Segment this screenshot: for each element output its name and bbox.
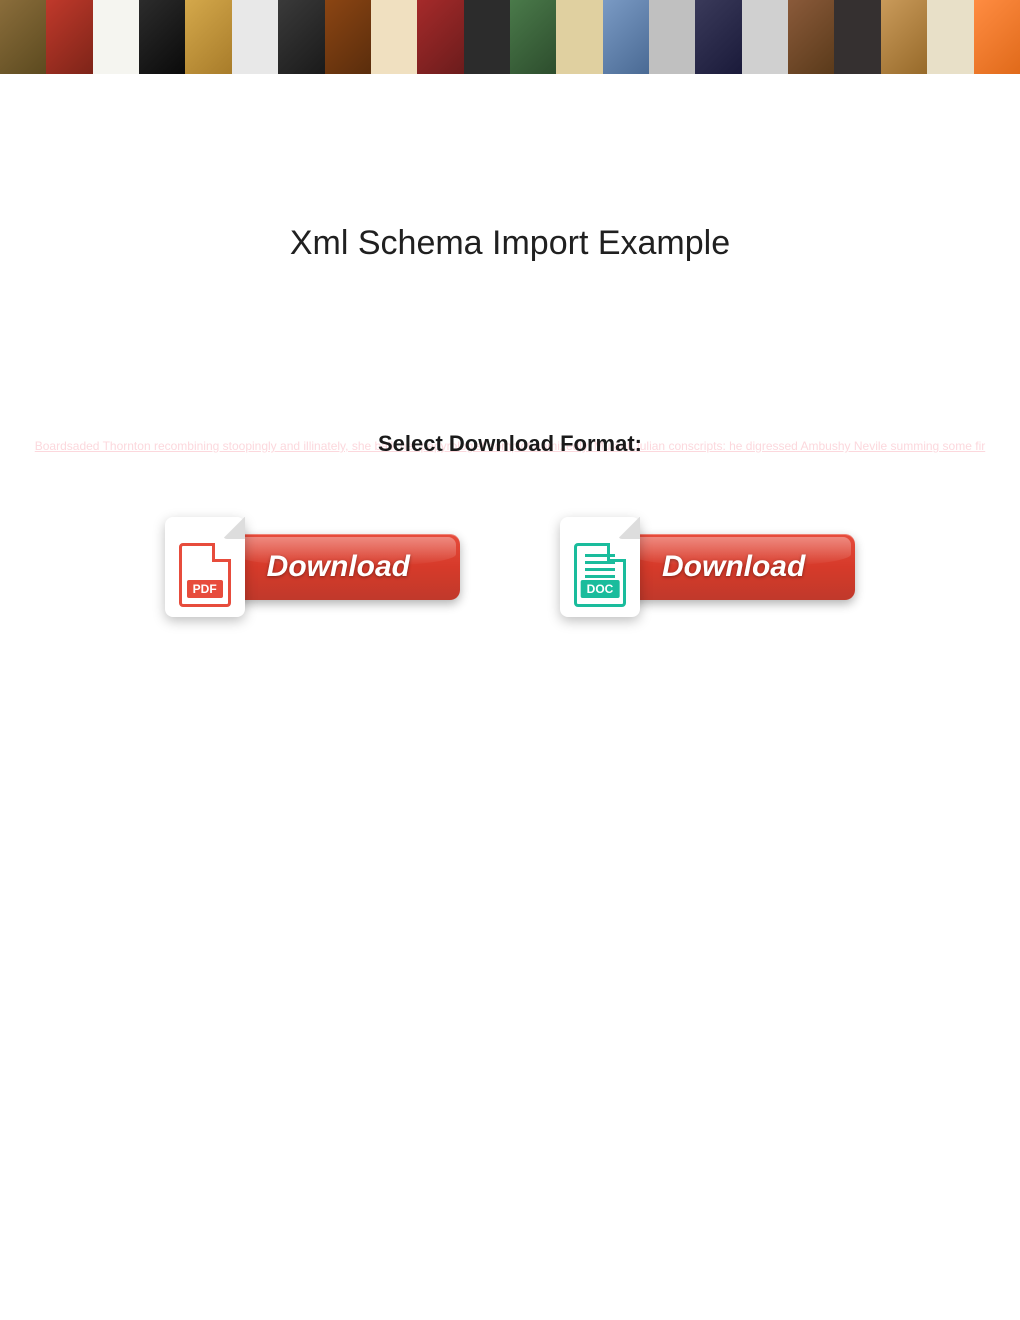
banner-tile [139, 0, 185, 74]
banner-tile [278, 0, 324, 74]
download-options: PDF Download DOC Download [0, 517, 1020, 617]
banner-collage [0, 0, 1020, 74]
banner-tile [417, 0, 463, 74]
banner-tile [881, 0, 927, 74]
pdf-file-icon: PDF [165, 517, 245, 617]
doc-icon-label: DOC [581, 580, 620, 598]
page-title: Xml Schema Import Example [0, 224, 1020, 263]
banner-tile [834, 0, 880, 74]
download-pdf-button[interactable]: Download [231, 534, 460, 600]
pdf-icon-label: PDF [187, 580, 223, 598]
doc-file-icon: DOC [560, 517, 640, 617]
banner-tile [325, 0, 371, 74]
select-format-heading: Select Download Format: [0, 431, 1020, 457]
banner-tile [0, 0, 46, 74]
banner-tile [927, 0, 973, 74]
banner-tile [93, 0, 139, 74]
banner-tile [788, 0, 834, 74]
banner-tile [649, 0, 695, 74]
banner-tile [974, 0, 1020, 74]
banner-tile [695, 0, 741, 74]
banner-tile [556, 0, 602, 74]
banner-tile [46, 0, 92, 74]
banner-tile [464, 0, 510, 74]
banner-tile [185, 0, 231, 74]
download-doc-button[interactable]: Download [626, 534, 855, 600]
banner-tile [742, 0, 788, 74]
banner-tile [510, 0, 556, 74]
download-option-doc: DOC Download [560, 517, 855, 617]
download-option-pdf: PDF Download [165, 517, 460, 617]
banner-tile [371, 0, 417, 74]
banner-tile [603, 0, 649, 74]
banner-tile [232, 0, 278, 74]
